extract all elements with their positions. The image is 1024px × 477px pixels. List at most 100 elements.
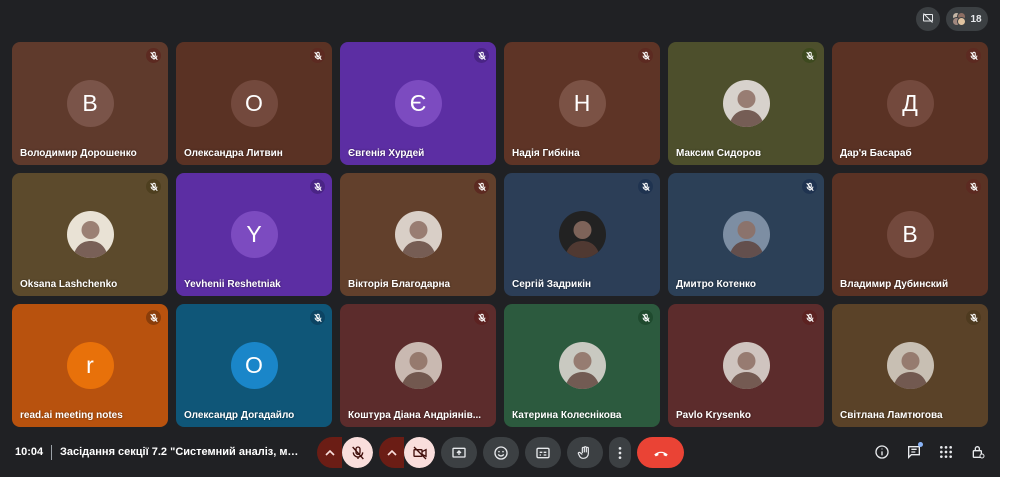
mic-control (317, 437, 373, 468)
mic-off-icon (310, 179, 325, 194)
participant-name: Євгенія Хурдей (348, 148, 425, 159)
participant-name: Yevhenii Reshetniak (184, 279, 281, 290)
more-options-button[interactable] (609, 437, 631, 468)
participant-name: Олександр Догадайло (184, 410, 295, 421)
participant-tile[interactable]: Pavlo Krysenko (668, 304, 824, 427)
mic-off-icon (474, 179, 489, 194)
captions-button[interactable] (525, 437, 561, 468)
avatar-initial: Д (902, 90, 918, 116)
mic-off-icon (966, 310, 981, 325)
mic-toggle-button[interactable] (342, 437, 373, 468)
participant-tile[interactable]: Дмитро Котенко (668, 173, 824, 296)
camera-options-button[interactable] (379, 437, 404, 468)
participant-avatar: В (886, 211, 934, 258)
participant-photo (886, 342, 934, 389)
participant-tile[interactable]: О Олександра Литвин (176, 42, 332, 165)
participant-tile[interactable]: О Олександр Догадайло (176, 304, 332, 427)
mic-off-icon (310, 48, 325, 63)
participant-avatar: О (230, 80, 278, 127)
avatar-initial: О (245, 352, 263, 378)
apps-grid-icon (940, 446, 952, 458)
participant-tile[interactable]: Максим Сидоров (668, 42, 824, 165)
side-panel-controls (872, 440, 988, 464)
raise-hand-icon (577, 445, 589, 459)
participant-photo (722, 80, 770, 127)
avatar-initial: В (902, 221, 918, 247)
presentation-off-button[interactable] (916, 7, 940, 31)
avatar-initial: О (245, 90, 263, 116)
chat-button[interactable] (904, 440, 924, 464)
chevron-up-icon (324, 449, 335, 456)
participant-name: Вікторія Благодарна (348, 279, 451, 290)
meet-window: 18 В Володимир Дорошенко О Олександра Литви… (0, 0, 1000, 477)
camera-off-icon (412, 446, 427, 459)
participant-name: Pavlo Krysenko (676, 410, 752, 421)
top-bar: 18 (916, 7, 988, 31)
emoji-icon (494, 445, 508, 460)
end-call-icon (653, 451, 668, 456)
participant-name: Максим Сидоров (676, 148, 761, 159)
participant-photo (722, 342, 770, 389)
participant-tile[interactable]: Н Надія Гибкіна (504, 42, 660, 165)
participant-tile[interactable]: Сергій Задрикін (504, 173, 660, 296)
participant-tile[interactable]: Д Дар'я Басараб (832, 42, 988, 165)
mic-off-icon (638, 179, 653, 194)
participant-tile[interactable]: Y Yevhenii Reshetniak (176, 173, 332, 296)
host-controls-button[interactable] (968, 440, 988, 464)
clock: 10:04 (15, 446, 44, 458)
participant-tile[interactable]: Катерина Колеснікова (504, 304, 660, 427)
raise-hand-button[interactable] (567, 437, 603, 468)
mic-off-icon (474, 48, 489, 63)
divider (51, 445, 52, 460)
activities-button[interactable] (936, 440, 956, 464)
participant-tile[interactable]: Вікторія Благодарна (340, 173, 496, 296)
present-off-icon (922, 12, 934, 27)
mic-off-icon (966, 179, 981, 194)
participant-name: Сергій Задрикін (512, 279, 592, 290)
mic-off-icon (351, 445, 364, 459)
avatar-initial: Y (246, 221, 262, 247)
participant-name: Світлана Ламтюгова (840, 410, 943, 421)
participant-name: Коштура Діана Андріянів... (348, 410, 482, 421)
host-controls-icon (972, 446, 985, 459)
mic-off-icon (802, 179, 817, 194)
mic-off-icon (802, 48, 817, 63)
call-controls (317, 437, 684, 468)
participant-tile[interactable]: В Володимир Дорошенко (12, 42, 168, 165)
end-call-button[interactable] (637, 437, 684, 468)
participant-name: Дар'я Басараб (840, 148, 912, 159)
camera-toggle-button[interactable] (404, 437, 435, 468)
participants-button[interactable]: 18 (946, 7, 988, 31)
participant-avatar: Н (558, 80, 606, 127)
participant-avatar: Y (230, 211, 278, 258)
participant-tile[interactable]: В Владимир Дубинский (832, 173, 988, 296)
participant-tile[interactable]: Світлана Ламтюгова (832, 304, 988, 427)
participant-avatar: Д (886, 80, 934, 127)
participant-name: Дмитро Котенко (676, 279, 757, 290)
participant-photo (66, 211, 114, 258)
participant-tile[interactable]: r read.ai meeting notes (12, 304, 168, 427)
participant-photo (558, 211, 606, 258)
mic-off-icon (146, 48, 161, 63)
mic-off-icon (474, 310, 489, 325)
reactions-button[interactable] (483, 437, 519, 468)
present-screen-button[interactable] (441, 437, 477, 468)
participant-tile[interactable]: Oksana Lashchenko (12, 173, 168, 296)
participant-tile[interactable]: Коштура Діана Андріянів... (340, 304, 496, 427)
participant-avatar: Є (394, 80, 442, 127)
participant-avatar: В (66, 80, 114, 127)
mic-options-button[interactable] (317, 437, 342, 468)
participant-name: Олександра Литвин (184, 148, 283, 159)
mic-off-icon (638, 48, 653, 63)
captions-icon (536, 447, 550, 458)
avatar-initial: r (86, 352, 94, 378)
mic-off-icon (146, 310, 161, 325)
meeting-details-button[interactable] (872, 440, 892, 464)
participant-photo (394, 342, 442, 389)
participant-count: 18 (970, 13, 982, 25)
participant-name: Володимир Дорошенко (20, 148, 137, 159)
bottom-bar: 10:04 Засідання секції 7.2 "Системний ан… (0, 430, 1000, 477)
present-screen-icon (452, 447, 466, 458)
participant-tile[interactable]: Є Євгенія Хурдей (340, 42, 496, 165)
participant-avatar: О (230, 342, 278, 389)
